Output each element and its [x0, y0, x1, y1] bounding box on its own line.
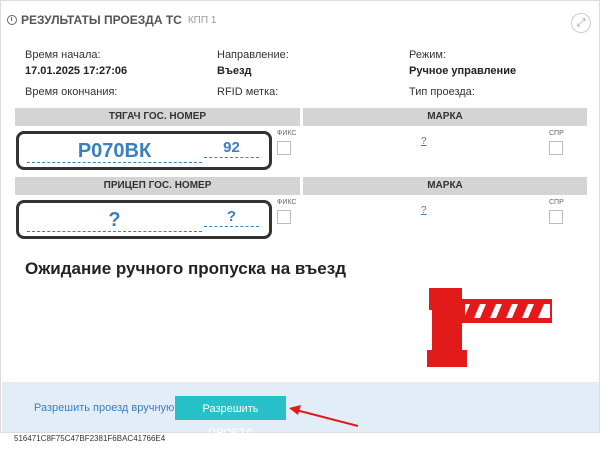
clock-icon — [7, 15, 17, 25]
mode-value: Ручное управление — [409, 65, 517, 77]
trailer-spr-label: СПР — [549, 199, 564, 206]
start-label: Время начала: — [25, 49, 101, 61]
allow-pass-button[interactable]: Разрешить ПРОЕЗД — [175, 396, 286, 439]
end-label: Время окончания: — [25, 86, 118, 98]
manual-pass-link[interactable]: Разрешить проезд вручную — [34, 402, 174, 414]
tractor-header: ТЯГАЧ ГОС. НОМЕР — [15, 108, 300, 126]
trailer-plate-number[interactable]: ? — [27, 209, 202, 232]
expand-icon[interactable]: ⤢ — [571, 13, 591, 33]
panel-subtitle: КПП 1 — [187, 14, 217, 26]
session-id: 516471C8F75C47BF2381F6BAC41766E4 — [14, 434, 166, 443]
trailer-plate-region[interactable]: ? — [204, 208, 259, 227]
tractor-brand-header: МАРКА — [303, 108, 587, 126]
direction: Направление: Въезд — [217, 49, 289, 77]
trailer-fix-checkbox[interactable] — [277, 210, 291, 224]
tractor-plate-number[interactable]: Р070ВК — [27, 140, 202, 163]
trailer-spr-checkbox[interactable] — [549, 210, 563, 224]
start-value: 17.01.2025 17:27:06 — [25, 65, 128, 77]
waiting-status: Ожидание ручного пропуска на въезд — [25, 259, 347, 278]
pass-type-label: Тип проезда: — [409, 86, 475, 98]
trailer-brand-header: МАРКА — [303, 177, 587, 195]
tractor-fix-checkbox[interactable] — [277, 141, 291, 155]
direction-label: Направление: — [217, 49, 289, 61]
trailer-brand-link[interactable]: ? — [421, 205, 427, 216]
panel-title: РЕЗУЛЬТАТЫ ПРОЕЗДА ТС — [21, 13, 182, 27]
trailer-plate[interactable]: ? ? — [16, 200, 272, 239]
tractor-plate-region[interactable]: 92 — [204, 139, 259, 158]
mode: Режим: Ручное управление — [409, 49, 516, 77]
panel-header: РЕЗУЛЬТАТЫ ПРОЕЗДА ТС КПП 1 — [7, 13, 216, 27]
direction-value: Въезд — [217, 65, 252, 77]
tractor-fix-label: ФИКС — [277, 130, 297, 137]
trailer-header: ПРИЦЕП ГОС. НОМЕР — [15, 177, 300, 195]
tractor-plate[interactable]: Р070ВК 92 — [16, 131, 272, 170]
arrow-icon — [289, 405, 359, 427]
start-time: Время начала: 17.01.2025 17:27:06 — [25, 49, 127, 77]
trailer-fix-label: ФИКС — [277, 199, 297, 206]
tractor-brand-link[interactable]: ? — [421, 136, 427, 147]
rfid-label: RFID метка: — [217, 86, 279, 98]
mode-label: Режим: — [409, 49, 446, 61]
results-panel: РЕЗУЛЬТАТЫ ПРОЕЗДА ТС КПП 1 ⤢ Время нача… — [0, 0, 600, 439]
barrier-icon — [427, 288, 552, 367]
tractor-spr-label: СПР — [549, 130, 564, 137]
tractor-spr-checkbox[interactable] — [549, 141, 563, 155]
